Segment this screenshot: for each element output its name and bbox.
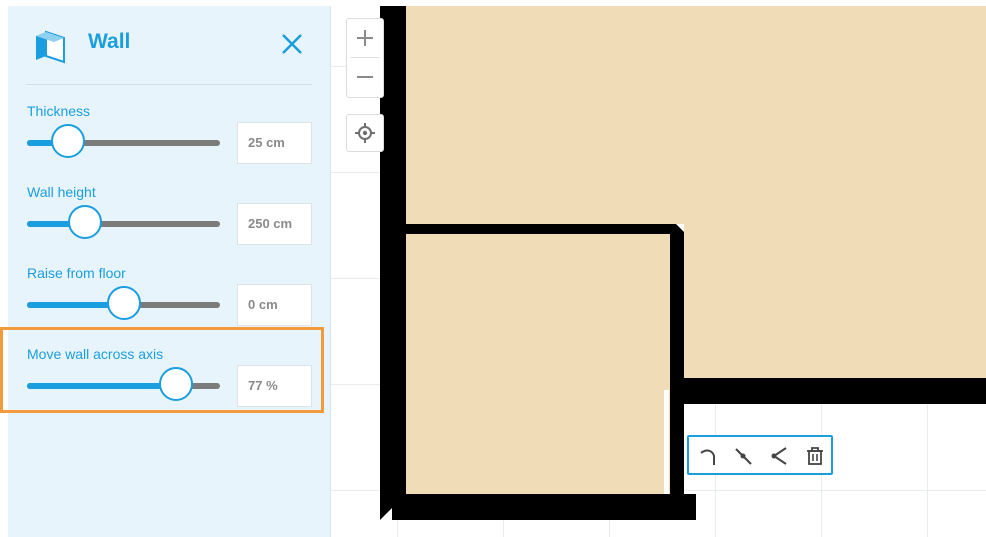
raise-from-floor-value-field[interactable]: 0 cm (237, 284, 312, 326)
wall-middle-vertical (670, 224, 684, 520)
wall-height-value-field[interactable]: 250 cm (237, 203, 312, 245)
thickness-value-field[interactable]: 25 cm (237, 122, 312, 164)
plus-icon (357, 30, 373, 46)
wall-bottom (380, 494, 696, 520)
panel-header: Wall (8, 6, 330, 84)
curve-wall-button[interactable] (694, 442, 722, 470)
split-wall-button[interactable] (729, 442, 757, 470)
delete-wall-button[interactable] (801, 442, 829, 470)
angle-wall-button[interactable] (765, 442, 793, 470)
zoom-out-button[interactable] (347, 58, 383, 96)
header-divider (26, 84, 312, 85)
thickness-slider[interactable] (27, 124, 220, 158)
zoom-controls (346, 18, 384, 98)
split-wall-icon (735, 448, 752, 465)
highlight-box (0, 327, 324, 413)
slider-thumb[interactable] (51, 124, 85, 158)
selected-wall-edge (664, 390, 669, 494)
slider-thumb[interactable] (107, 286, 141, 320)
crosshair-icon (355, 123, 375, 143)
wall-height-slider[interactable] (27, 205, 220, 239)
slider-thumb[interactable] (68, 205, 102, 239)
wall-right-horizontal (683, 378, 986, 404)
panel-title: Wall (88, 30, 131, 53)
thickness-label: Thickness (27, 103, 91, 119)
wall-properties-panel: Wall Thickness 25 cm Wall height 250 cm … (8, 6, 331, 537)
zoom-in-button[interactable] (347, 19, 383, 57)
wall-height-label: Wall height (27, 184, 96, 200)
minus-icon (357, 76, 373, 78)
close-icon[interactable] (280, 32, 304, 56)
wall-middle-horizontal (406, 224, 684, 234)
raise-from-floor-slider[interactable] (27, 286, 220, 320)
trash-icon (807, 447, 823, 465)
app-frame: Wall Thickness 25 cm Wall height 250 cm … (0, 0, 986, 537)
center-view-button[interactable] (346, 114, 384, 152)
raise-from-floor-label: Raise from floor (27, 265, 126, 281)
room-floor-small (406, 234, 670, 494)
curve-wall-icon (700, 449, 716, 465)
wall-toolbar (687, 435, 833, 475)
wall-icon (36, 30, 65, 64)
angle-wall-icon (771, 447, 787, 465)
